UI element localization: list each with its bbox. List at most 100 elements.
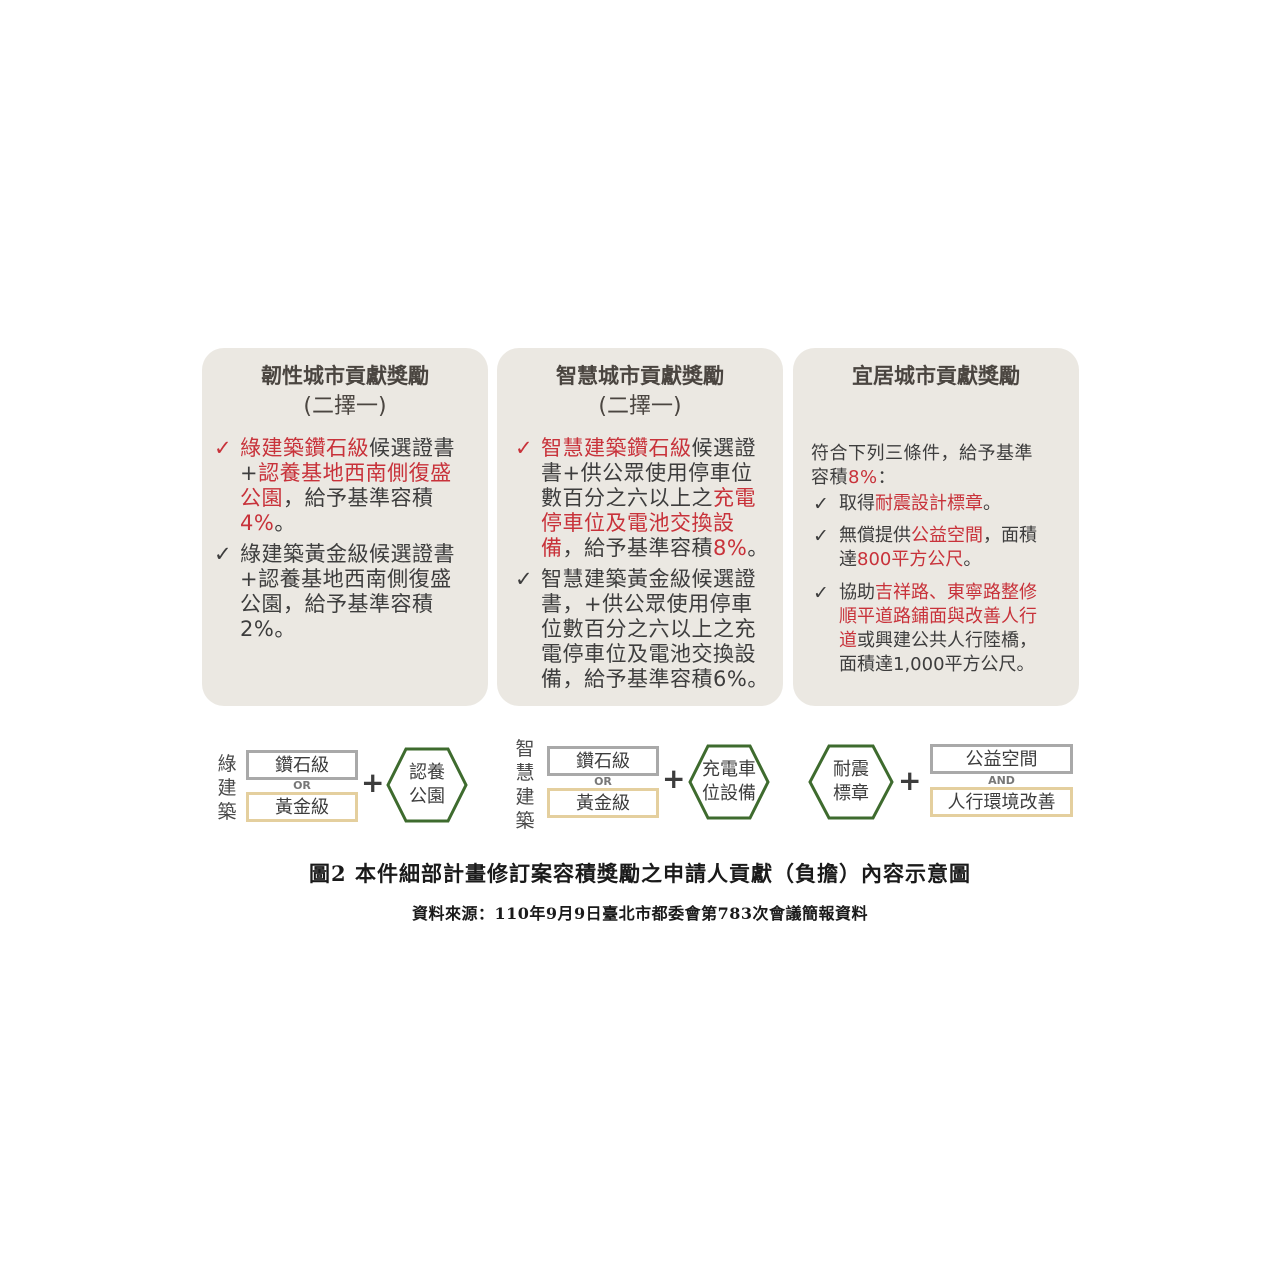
card2-item1: ✓ 智慧建築鑽石級候選證 書+供公眾使用停車位 數百分之六以上之充電 停車位及電池交換… <box>515 436 777 561</box>
plain-text: 書+供公眾使用停車位 <box>541 461 753 485</box>
text-line: 綠建築黃金級候選證書 <box>240 542 480 567</box>
hex-label: 耐震 標章 <box>808 758 894 806</box>
text-line: 公園，給予基準容積 <box>240 592 480 617</box>
hex-label-line: 公園 <box>409 786 445 807</box>
plain-text: 書，+供公眾使用停車 <box>541 592 753 616</box>
group2-bottom-box: 黃金級 <box>547 788 659 818</box>
group2-operator: OR <box>594 775 612 788</box>
plain-text: ： <box>877 467 897 488</box>
highlight-text: 800平方公尺 <box>857 549 964 570</box>
text-line: 智慧建築鑽石級候選證 <box>541 436 777 461</box>
plain-text: 公園，給予基準容積 <box>240 592 434 616</box>
plain-text: 容積 <box>811 467 848 488</box>
vertical-char: 綠 <box>217 753 237 775</box>
highlight-text: 充電 <box>713 486 756 510</box>
plain-text: 。 <box>274 511 296 535</box>
figure-caption: 圖2 本件細部計畫修訂案容積獎勵之申請人貢獻（負擔）內容示意圖 <box>309 861 971 886</box>
highlight-text: 4% <box>240 511 275 535</box>
vertical-char: 建 <box>217 777 237 799</box>
text-line: 道或興建公共人行陸橋， <box>839 629 1075 653</box>
card2-item2: ✓ 智慧建築黃金級候選證 書，+供公眾使用停車 位數百分之六以上之充 電停車位及電池交… <box>515 567 777 692</box>
group2-vertical-label: 智慧建築 <box>514 737 536 833</box>
highlight-text: 公益空間 <box>911 525 983 546</box>
text-line: 書，+供公眾使用停車 <box>541 592 777 617</box>
plain-text: 或興建公共人行陸橋， <box>857 630 1037 651</box>
group3-operator: AND <box>988 774 1015 787</box>
card3-item2: ✓ 無償提供公益空間，面積 達800平方公尺。 <box>813 524 1075 572</box>
vertical-char: 築 <box>217 801 237 823</box>
group3-top-box: 公益空間 <box>930 744 1073 774</box>
text-line: 符合下列三條件，給予基準 <box>811 442 1073 466</box>
plain-text: 。 <box>963 549 982 570</box>
text-line: +認養基地西南側復盛 <box>240 461 480 486</box>
text-line: 備，給予基準容積6%。 <box>541 667 777 692</box>
text-line: 順平道路鋪面與改善人行 <box>839 605 1075 629</box>
highlight-text: 道 <box>839 630 857 651</box>
figure-source: 資料來源：110年9月9日臺北市都委會第783次會議簡報資料 <box>411 904 869 923</box>
plain-text: ，面積 <box>983 525 1037 546</box>
check-icon: ✓ <box>813 493 829 515</box>
highlight-text: 備 <box>541 536 563 560</box>
text-line: 電停車位及電池交換設 <box>541 642 777 667</box>
text-line: 停車位及電池交換設 <box>541 511 777 536</box>
plain-text: 達 <box>839 549 857 570</box>
group2-hexagon: 充電車 位設備 <box>688 744 770 820</box>
vertical-char: 慧 <box>515 762 535 784</box>
card3-intro: 符合下列三條件，給予基準 容積8%： <box>811 442 1073 490</box>
plain-text: 候選證 <box>691 436 756 460</box>
highlight-text: 吉祥路、東寧路整修 <box>875 582 1037 603</box>
card-subtitle: (二擇一) <box>303 394 387 419</box>
card3-item3: ✓ 協助吉祥路、東寧路整修 順平道路鋪面與改善人行 道或興建公共人行陸橋， 面積達1,… <box>813 581 1075 677</box>
group1-hexagon: 認養 公園 <box>386 747 468 823</box>
plain-text: 。 <box>747 536 769 560</box>
text-line: 備，給予基準容積8%。 <box>541 536 777 561</box>
hex-label-line: 充電車 <box>702 759 756 780</box>
plus-icon: + <box>662 762 686 795</box>
plain-text: 無償提供 <box>839 525 911 546</box>
plain-text: +認養基地西南側復盛 <box>240 567 452 591</box>
check-icon: ✓ <box>515 567 534 591</box>
plain-text: 。 <box>983 493 1001 514</box>
text-line: 取得耐震設計標章。 <box>839 492 1075 516</box>
highlight-text: 認養基地西南側復盛 <box>258 461 452 485</box>
check-icon: ✓ <box>515 436 534 460</box>
card-smart-city: 智慧城市貢獻獎勵 (二擇一) ✓ 智慧建築鑽石級候選證 書+供公眾使用停車位 數百分… <box>497 348 783 706</box>
plain-text: 電停車位及電池交換設 <box>541 642 756 666</box>
card-subtitle: (二擇一) <box>598 394 682 419</box>
card1-item1: ✓ 綠建築鑽石級候選證書 +認養基地西南側復盛 公園，給予基準容積 4%。 <box>214 436 480 536</box>
text-line: 面積達1,000平方公尺。 <box>839 653 1075 677</box>
plus-icon: + <box>898 764 922 797</box>
plain-text: 協助 <box>839 582 875 603</box>
plain-text: 備，給予基準容積6%。 <box>541 667 769 691</box>
plain-text: 智慧建築黃金級候選證 <box>541 567 756 591</box>
hex-label: 認養 公園 <box>386 761 468 809</box>
group1-bottom-box: 黃金級 <box>246 792 358 822</box>
text-line: 達800平方公尺。 <box>839 548 1075 572</box>
hex-label: 充電車 位設備 <box>688 758 770 806</box>
highlight-text: 8% <box>713 536 748 560</box>
check-icon: ✓ <box>214 542 233 566</box>
card-title: 智慧城市貢獻獎勵 <box>556 364 724 388</box>
text-line: 容積8%： <box>811 466 1073 490</box>
text-line: 數百分之六以上之充電 <box>541 486 777 511</box>
card-title: 宜居城市貢獻獎勵 <box>852 364 1020 388</box>
group1-vertical-label: 綠建築 <box>216 752 238 824</box>
plain-text: 綠建築黃金級候選證書 <box>240 542 455 566</box>
highlight-text: 耐震設計標章 <box>875 493 983 514</box>
hex-label-line: 位設備 <box>702 783 756 804</box>
card-resilient-city: 韌性城市貢獻獎勵 (二擇一) ✓ 綠建築鑽石級候選證書 +認養基地西南側復盛 公園，… <box>202 348 488 706</box>
check-icon: ✓ <box>813 582 829 604</box>
hex-label-line: 耐震 <box>833 759 869 780</box>
vertical-char: 智 <box>515 738 535 760</box>
card1-item2: ✓ 綠建築黃金級候選證書 +認養基地西南側復盛 公園，給予基準容積 2%。 <box>214 542 480 642</box>
plain-text: 符合下列三條件，給予基準 <box>811 443 1033 464</box>
plain-text: 位數百分之六以上之充 <box>541 617 756 641</box>
vertical-char: 建 <box>515 786 535 808</box>
hex-label-line: 認養 <box>409 762 445 783</box>
group1-operator: OR <box>293 779 311 792</box>
text-line: 書+供公眾使用停車位 <box>541 461 777 486</box>
text-line: 位數百分之六以上之充 <box>541 617 777 642</box>
plain-text: ，給予基準容積 <box>562 536 713 560</box>
group3-hexagon: 耐震 標章 <box>808 744 894 820</box>
text-line: 公園，給予基準容積 <box>240 486 480 511</box>
